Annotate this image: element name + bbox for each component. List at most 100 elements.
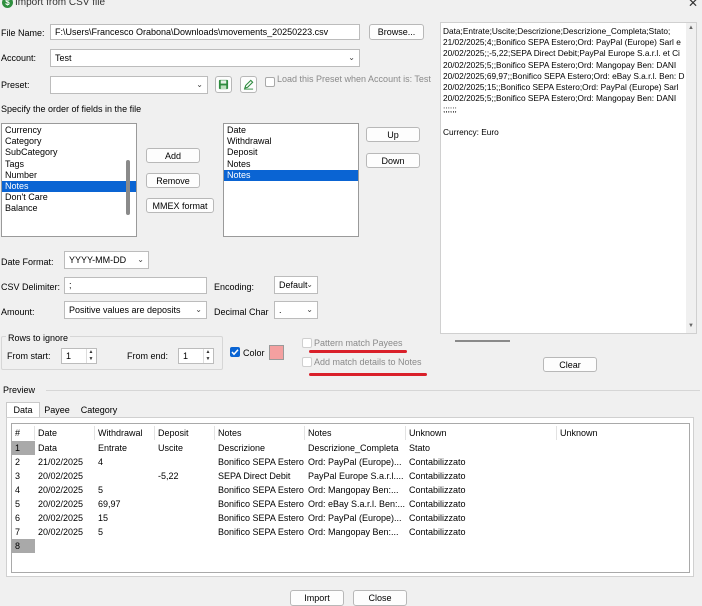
scroll-up-icon[interactable]: ▲ bbox=[688, 25, 694, 31]
file-preview-text[interactable]: Data;Entrate;Uscite;Descrizione;Descrizi… bbox=[440, 22, 697, 334]
save-icon bbox=[218, 79, 229, 90]
color-checkbox[interactable] bbox=[230, 347, 240, 357]
account-value: Test bbox=[55, 53, 72, 63]
table-row[interactable]: 7 20/02/2025 5 Bonifico SEPA Estero Ord: Man… bbox=[12, 525, 689, 539]
save-preset-button[interactable] bbox=[215, 76, 232, 93]
available-field-item[interactable]: Tags bbox=[2, 159, 136, 170]
from-start-label: From start: bbox=[7, 351, 51, 361]
scroll-down-icon[interactable]: ▼ bbox=[688, 323, 694, 329]
selected-field-item[interactable]: Withdrawal bbox=[224, 136, 358, 147]
remove-field-button[interactable]: Remove bbox=[146, 173, 200, 188]
from-end-spinner[interactable]: 1 ▲ ▼ bbox=[178, 348, 214, 364]
preview-grid[interactable]: # Date Withdrawal Deposit Notes Notes Unknown U… bbox=[11, 423, 690, 573]
available-field-item[interactable]: Currency bbox=[2, 125, 136, 136]
available-field-item[interactable]: Notes bbox=[2, 180, 136, 193]
decimal-char-value: . bbox=[279, 305, 282, 315]
available-field-item[interactable]: Number bbox=[2, 170, 136, 181]
tab-data[interactable]: Data bbox=[6, 402, 40, 418]
table-cell: Ord: eBay S.a.r.l. Ben:... bbox=[308, 499, 406, 509]
table-cell bbox=[557, 441, 689, 455]
move-up-button[interactable]: Up bbox=[366, 127, 420, 142]
table-cell: Bonifico SEPA Estero bbox=[218, 513, 304, 523]
selected-field-item[interactable]: Deposit bbox=[224, 147, 358, 158]
amount-select[interactable]: Positive values are deposits ⌄ bbox=[64, 301, 207, 319]
table-cell: 20/02/2025 bbox=[38, 485, 84, 495]
table-cell: Ord: PayPal (Europe)... bbox=[308, 513, 402, 523]
add-field-button[interactable]: Add bbox=[146, 148, 200, 163]
selected-field-item[interactable]: Notes bbox=[224, 159, 358, 170]
selected-fields-list[interactable]: Date Withdrawal Deposit Notes Notes bbox=[223, 123, 359, 237]
table-row[interactable]: 4 20/02/2025 5 Bonifico SEPA Estero Ord: Man… bbox=[12, 483, 689, 497]
selected-field-item[interactable]: Notes bbox=[224, 169, 358, 181]
preview-vertical-scrollbar[interactable]: ▲ ▼ bbox=[686, 23, 696, 333]
table-row[interactable]: 2 21/02/2025 4 Bonifico SEPA Estero Ord: Pay… bbox=[12, 455, 689, 469]
date-format-label: Date Format: bbox=[1, 257, 54, 267]
available-field-item[interactable]: Don't Care bbox=[2, 192, 136, 203]
table-cell: Bonifico SEPA Estero bbox=[218, 457, 304, 467]
preview-horizontal-scrollbar[interactable] bbox=[455, 340, 510, 342]
available-field-item[interactable]: Category bbox=[2, 136, 136, 147]
table-cell bbox=[557, 539, 689, 553]
import-button[interactable]: Import bbox=[290, 590, 344, 606]
load-preset-checkbox[interactable] bbox=[265, 77, 275, 87]
table-cell: Contabilizzato bbox=[409, 471, 466, 481]
chevron-down-icon: ⌄ bbox=[196, 80, 203, 89]
available-field-item[interactable]: SubCategory bbox=[2, 147, 136, 158]
table-cell bbox=[557, 483, 689, 497]
edit-icon bbox=[243, 79, 254, 90]
table-cell bbox=[155, 455, 215, 469]
chevron-down-icon: ⌄ bbox=[306, 280, 313, 289]
table-cell: Stato bbox=[409, 443, 431, 453]
fields-order-label: Specify the order of fields in the file bbox=[1, 104, 142, 114]
amount-value: Positive values are deposits bbox=[69, 305, 181, 315]
add-match-checkbox[interactable] bbox=[302, 357, 312, 367]
preset-label: Preset: bbox=[1, 80, 30, 90]
encoding-select[interactable]: Default ⌄ bbox=[274, 276, 318, 294]
decimal-char-select[interactable]: . ⌄ bbox=[274, 301, 318, 319]
close-icon[interactable]: ✕ bbox=[688, 0, 698, 10]
tab-category[interactable]: Category bbox=[76, 403, 122, 417]
available-fields-list[interactable]: Currency Category SubCategory Tags Number Not… bbox=[1, 123, 137, 237]
tab-payee[interactable]: Payee bbox=[42, 403, 72, 417]
date-format-select[interactable]: YYYY-MM-DD ⌄ bbox=[64, 251, 149, 269]
preset-select[interactable]: ⌄ bbox=[50, 76, 208, 94]
file-name-input[interactable]: F:\Users\Francesco Orabona\Downloads\mov… bbox=[50, 24, 360, 40]
spinner-arrows-icon[interactable]: ▲ ▼ bbox=[203, 349, 212, 363]
selected-field-item[interactable]: Date bbox=[224, 125, 358, 136]
move-down-button[interactable]: Down bbox=[366, 153, 420, 168]
column-header: Withdrawal bbox=[95, 426, 155, 440]
pattern-match-label: Pattern match Payees bbox=[314, 338, 403, 348]
table-row[interactable]: 1 Data Entrate Uscite Descrizione Descrizione… bbox=[12, 441, 689, 455]
available-fields-scrollbar[interactable] bbox=[126, 160, 130, 215]
browse-button[interactable]: Browse... bbox=[369, 24, 424, 40]
preview-line: Data;Entrate;Uscite;Descrizione;Descrizi… bbox=[443, 26, 671, 36]
table-row[interactable]: 6 20/02/2025 15 Bonifico SEPA Estero Ord: Pa… bbox=[12, 511, 689, 525]
account-select[interactable]: Test ⌄ bbox=[50, 49, 360, 67]
from-start-spinner[interactable]: 1 ▲ ▼ bbox=[61, 348, 97, 364]
table-cell: Data bbox=[38, 443, 58, 453]
title-bar: $ Import from CSV file ✕ bbox=[0, 0, 702, 12]
pattern-match-checkbox[interactable] bbox=[302, 338, 312, 348]
chevron-down-icon: ⌄ bbox=[306, 305, 313, 314]
table-cell: PayPal Europe S.a.r.l.... bbox=[308, 471, 404, 481]
clear-button[interactable]: Clear bbox=[543, 357, 597, 372]
available-field-item[interactable]: Balance bbox=[2, 203, 136, 214]
csv-delimiter-input[interactable]: ; bbox=[64, 277, 207, 294]
table-row[interactable]: 8 bbox=[12, 539, 689, 553]
preview-label: Preview bbox=[3, 385, 36, 395]
mmex-format-button[interactable]: MMEX format bbox=[146, 198, 214, 213]
amount-label: Amount: bbox=[1, 307, 35, 317]
table-cell: 8 bbox=[12, 539, 35, 553]
table-row[interactable]: 3 20/02/2025 -5,22 SEPA Direct Debit PayPal … bbox=[12, 469, 689, 483]
color-swatch[interactable] bbox=[269, 345, 284, 360]
table-cell bbox=[155, 497, 215, 511]
csv-delimiter-label: CSV Delimiter: bbox=[1, 282, 61, 292]
column-header: Deposit bbox=[155, 426, 215, 440]
edit-preset-button[interactable] bbox=[240, 76, 257, 93]
close-button[interactable]: Close bbox=[353, 590, 407, 606]
table-cell: 20/02/2025 bbox=[38, 471, 84, 481]
from-end-label: From end: bbox=[127, 351, 169, 361]
table-row[interactable]: 5 20/02/2025 69,97 Bonifico SEPA Estero Ord:… bbox=[12, 497, 689, 511]
spinner-arrows-icon[interactable]: ▲ ▼ bbox=[86, 349, 95, 363]
table-cell: Ord: Mangopay Ben:... bbox=[308, 527, 399, 537]
